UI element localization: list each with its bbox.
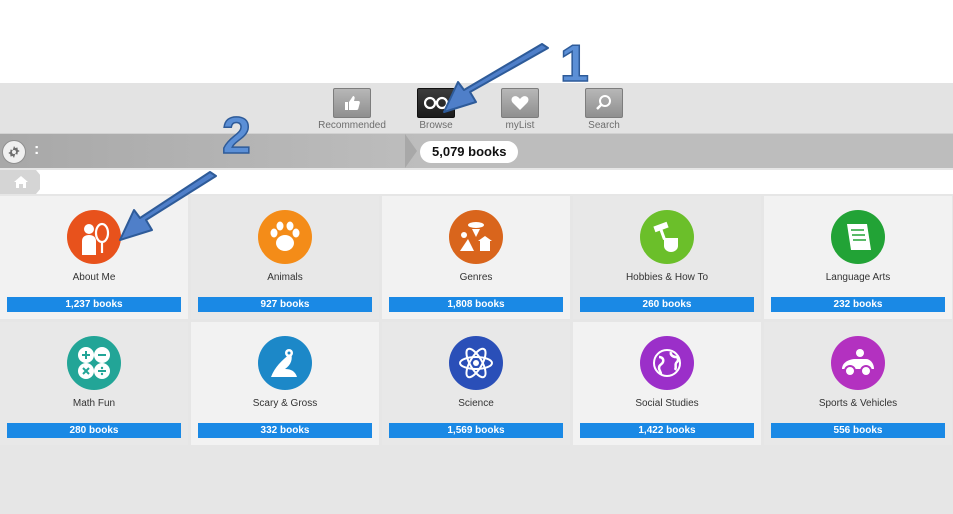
results-bar-bg xyxy=(0,134,420,168)
paw-icon xyxy=(258,210,312,264)
category-name: Math Fun xyxy=(72,398,116,409)
category-count: 260 books xyxy=(580,297,754,312)
scroll-icon xyxy=(831,210,885,264)
annotation-number-1: 1 xyxy=(559,34,589,94)
globe-icon xyxy=(640,336,694,390)
category-tile-sports-vehicles[interactable]: Sports & Vehicles 556 books xyxy=(764,322,952,445)
category-name: About Me xyxy=(72,272,116,283)
category-count: 556 books xyxy=(771,423,945,438)
nav-search[interactable]: Search xyxy=(564,88,644,131)
category-count: 280 books xyxy=(7,423,181,438)
nav-label: Recommended xyxy=(318,120,386,131)
category-name: Hobbies & How To xyxy=(625,272,709,283)
results-bar: : 5,079 books xyxy=(0,134,953,168)
category-name: Social Studies xyxy=(635,398,699,409)
category-tile-genres[interactable]: Genres 1,808 books xyxy=(382,196,570,319)
nav-label: Search xyxy=(588,120,620,131)
search-icon xyxy=(585,88,623,118)
category-tile-scary-gross[interactable]: Scary & Gross 332 books xyxy=(191,322,379,445)
nav-label: Browse xyxy=(419,120,453,131)
category-name: Language Arts xyxy=(825,272,891,283)
hammer-fist-icon xyxy=(640,210,694,264)
monster-icon xyxy=(258,336,312,390)
category-tile-language-arts[interactable]: Language Arts 232 books xyxy=(764,196,952,319)
category-name: Animals xyxy=(267,272,303,283)
person-mirror-icon xyxy=(67,210,121,264)
genres-collage-icon xyxy=(449,210,503,264)
category-name: Science xyxy=(458,398,494,409)
category-tile-social-studies[interactable]: Social Studies 1,422 books xyxy=(573,322,761,445)
home-breadcrumb[interactable] xyxy=(0,170,40,194)
category-tile-hobbies[interactable]: Hobbies & How To 260 books xyxy=(573,196,761,319)
vehicle-icon xyxy=(831,336,885,390)
category-name: Sports & Vehicles xyxy=(818,398,898,409)
category-count: 1,569 books xyxy=(389,423,563,438)
home-icon xyxy=(14,176,28,188)
annotation-arrow-2 xyxy=(119,171,217,241)
category-count: 332 books xyxy=(198,423,372,438)
settings-icon[interactable] xyxy=(2,140,26,164)
annotation-arrow-1 xyxy=(443,43,549,113)
category-count: 1,808 books xyxy=(389,297,563,312)
category-count: 1,422 books xyxy=(580,423,754,438)
category-tile-science[interactable]: Science 1,569 books xyxy=(382,322,570,445)
nav-recommended[interactable]: Recommended xyxy=(312,88,392,131)
category-count: 232 books xyxy=(771,297,945,312)
thumbs-up-icon xyxy=(333,88,371,118)
category-name: Scary & Gross xyxy=(252,398,318,409)
category-tile-math-fun[interactable]: Math Fun 280 books xyxy=(0,322,188,445)
options-menu-button[interactable]: : xyxy=(34,141,39,159)
atom-icon xyxy=(449,336,503,390)
category-name: Genres xyxy=(459,272,493,283)
book-count-badge: 5,079 books xyxy=(420,141,519,163)
category-count: 1,237 books xyxy=(7,297,181,312)
category-count: 927 books xyxy=(198,297,372,312)
app-window: Recommended Browse myList Search : 5,079… xyxy=(0,83,953,514)
math-symbols-icon xyxy=(67,336,121,390)
nav-label: myList xyxy=(505,120,535,131)
annotation-number-2: 2 xyxy=(221,106,251,166)
